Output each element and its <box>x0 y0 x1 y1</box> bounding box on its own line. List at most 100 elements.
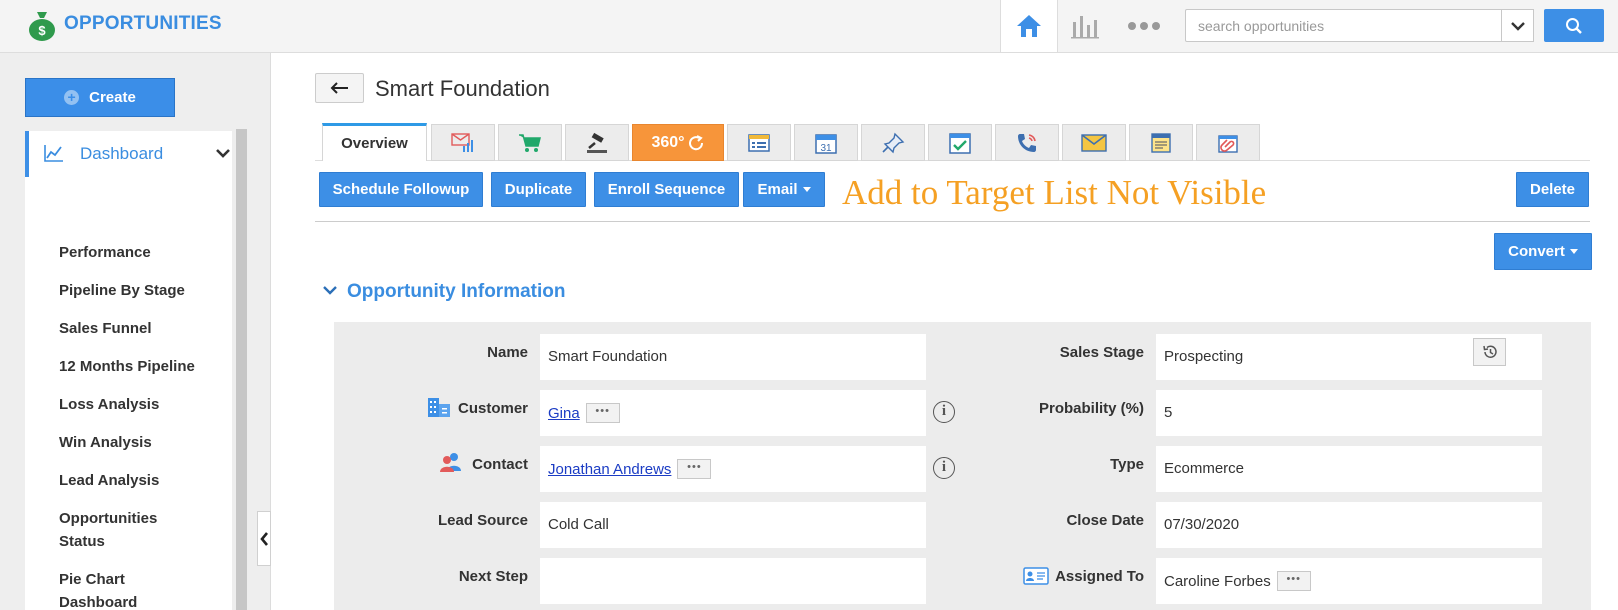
contact-field: Jonathan Andrews ••• <box>540 446 926 492</box>
tab-projects[interactable] <box>727 124 791 161</box>
enroll-sequence-button[interactable]: Enroll Sequence <box>594 172 739 207</box>
customer-link[interactable]: Gina <box>548 405 580 422</box>
tab-tasks[interactable] <box>928 124 992 161</box>
collapse-sidebar-button[interactable] <box>257 511 271 566</box>
assigned-to-field: Caroline Forbes ••• <box>1156 558 1542 604</box>
create-label: Create <box>89 89 136 106</box>
dashboard-label: Dashboard <box>80 144 164 163</box>
duplicate-button[interactable]: Duplicate <box>491 172 586 207</box>
assigned-to-more-button[interactable]: ••• <box>1276 571 1311 591</box>
assigned-to-value: Caroline Forbes <box>1164 572 1271 590</box>
create-button[interactable]: + Create <box>25 78 175 117</box>
next-step-value <box>540 558 926 604</box>
sidebar-item-pie-chart-dashboard[interactable]: Pie Chart Dashboard <box>59 568 137 610</box>
tab-attachments[interactable] <box>1196 124 1260 161</box>
contact-link[interactable]: Jonathan Andrews <box>548 461 671 478</box>
next-step-label: Next Step <box>458 568 528 585</box>
home-button[interactable] <box>1000 0 1058 52</box>
schedule-followup-button[interactable]: Schedule Followup <box>319 172 483 207</box>
tab-products[interactable] <box>498 124 562 161</box>
tab-overview[interactable]: Overview <box>322 123 427 161</box>
convert-label: Convert <box>1508 243 1565 260</box>
customer-info-icon[interactable]: i <box>933 401 955 423</box>
gavel-icon <box>587 132 607 153</box>
sidebar: + Create Dashboard Performance Pipeline … <box>0 53 271 610</box>
convert-dropdown-button[interactable]: Convert <box>1494 233 1592 270</box>
tab-bids[interactable] <box>565 124 629 161</box>
search-icon <box>1566 17 1582 34</box>
note-icon <box>1151 132 1171 153</box>
refresh-icon <box>688 134 703 150</box>
home-icon <box>1017 15 1041 37</box>
tab-notes[interactable] <box>1129 124 1193 161</box>
type-value: Ecommerce <box>1156 446 1542 492</box>
sidebar-scrollbar[interactable] <box>236 129 247 610</box>
svg-text:$: $ <box>38 23 46 38</box>
section-title[interactable]: Opportunity Information <box>347 281 565 303</box>
sidebar-item-performance[interactable]: Performance <box>59 241 151 264</box>
sidebar-item-lead-analysis[interactable]: Lead Analysis <box>59 469 159 492</box>
tab-emails[interactable] <box>1062 124 1126 161</box>
arrow-left-icon <box>330 82 348 94</box>
chevron-down-icon <box>1510 21 1525 31</box>
sidebar-item-dashboard[interactable]: Dashboard <box>25 131 232 177</box>
contact-more-button[interactable]: ••• <box>677 459 712 479</box>
attachment-icon <box>1218 134 1238 153</box>
sidebar-menu: Dashboard Performance Pipeline By Stage … <box>25 131 232 610</box>
tab-calendar[interactable]: 31 <box>794 124 858 161</box>
sidebar-item-sales-funnel[interactable]: Sales Funnel <box>59 317 152 340</box>
email-dropdown-button[interactable]: Email <box>743 172 825 207</box>
sidebar-item-pipeline-by-stage[interactable]: Pipeline By Stage <box>59 279 185 302</box>
back-button[interactable] <box>315 73 364 103</box>
tab-pins[interactable] <box>861 124 925 161</box>
bar-chart-icon[interactable] <box>1070 12 1100 40</box>
close-date-value: 07/30/2020 <box>1156 502 1542 548</box>
chevron-down-icon[interactable] <box>323 285 337 295</box>
plus-icon: + <box>64 90 80 105</box>
customer-more-button[interactable]: ••• <box>585 403 620 423</box>
close-date-label: Close Date <box>1066 512 1144 529</box>
task-check-icon <box>949 132 971 154</box>
app-title: OPPORTUNITIES <box>64 13 222 34</box>
tab-calls[interactable] <box>995 124 1059 161</box>
customer-field: Gina ••• <box>540 390 926 436</box>
sidebar-item-label: Pie Chart <box>59 571 125 588</box>
phone-icon <box>1018 133 1036 152</box>
stage-history-button[interactable] <box>1473 338 1506 366</box>
record-title: Smart Foundation <box>375 76 550 101</box>
building-icon <box>428 398 450 417</box>
contact-info-icon[interactable]: i <box>933 457 955 479</box>
email-report-icon <box>451 132 473 152</box>
sidebar-item-win-analysis[interactable]: Win Analysis <box>59 431 152 454</box>
chevron-left-icon <box>259 531 268 546</box>
search-filter-dropdown[interactable] <box>1501 9 1534 42</box>
tab-reports[interactable] <box>431 124 495 161</box>
sidebar-item-12-months-pipeline[interactable]: 12 Months Pipeline <box>59 355 195 378</box>
sidebar-item-opportunities-status[interactable]: Opportunities Status <box>59 507 157 553</box>
id-card-icon <box>1023 567 1049 585</box>
pin-icon <box>882 132 905 153</box>
search-input[interactable] <box>1185 9 1508 42</box>
name-value: Smart Foundation <box>540 334 926 380</box>
lead-source-value: Cold Call <box>540 502 926 548</box>
more-options-icon[interactable] <box>1128 16 1168 36</box>
tab-360-label: 360° <box>651 133 685 151</box>
line-chart-icon <box>44 145 63 162</box>
annotation-text: Add to Target List Not Visible <box>842 173 1267 212</box>
svg-text:31: 31 <box>820 143 832 154</box>
sidebar-item-loss-analysis[interactable]: Loss Analysis <box>59 393 159 416</box>
sidebar-item-label: Opportunities <box>59 510 158 527</box>
contact-people-icon <box>440 453 461 472</box>
customer-label: Customer <box>457 400 528 417</box>
delete-button[interactable]: Delete <box>1516 172 1589 207</box>
actions-divider <box>315 221 1590 222</box>
sales-stage-label: Sales Stage <box>1059 344 1144 361</box>
name-label: Name <box>487 344 528 361</box>
search-button[interactable] <box>1544 9 1604 42</box>
tab-360-view[interactable]: 360° <box>632 124 724 161</box>
lead-source-label: Lead Source <box>437 512 528 529</box>
assigned-to-label: Assigned To <box>1055 568 1144 585</box>
project-board-icon <box>748 133 770 152</box>
chevron-down-icon <box>216 149 230 158</box>
email-label: Email <box>757 181 798 198</box>
